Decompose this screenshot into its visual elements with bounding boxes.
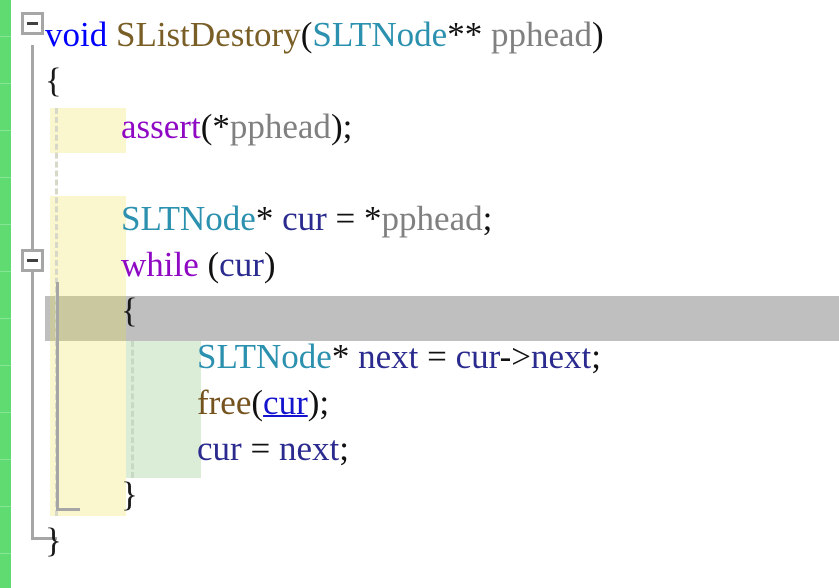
code-token: (: [200, 107, 213, 146]
code-line[interactable]: SLTNode* next = cur->next;: [197, 334, 601, 380]
code-token: next: [531, 337, 592, 376]
code-token: pphead: [381, 199, 483, 238]
code-line[interactable]: {: [45, 58, 62, 104]
code-token: =: [418, 337, 456, 376]
code-token: =: [241, 429, 279, 468]
code-token: next: [358, 337, 419, 376]
code-token: =: [326, 199, 365, 238]
code-token: cur: [455, 337, 500, 376]
code-token: ->: [499, 337, 531, 376]
code-token: }: [45, 521, 62, 560]
code-token: ): [592, 15, 604, 54]
code-token: while: [121, 245, 199, 284]
code-token: cur: [219, 245, 264, 284]
code-token: cur: [263, 383, 308, 422]
code-token: *: [331, 337, 350, 376]
code-token: (: [251, 383, 264, 422]
code-line[interactable]: SLTNode* cur = *pphead;: [121, 196, 492, 242]
code-editor-pane[interactable]: void SListDestory(SLTNode** pphead){asse…: [0, 0, 839, 588]
code-token: **: [447, 15, 483, 54]
code-token: cur: [282, 199, 327, 238]
code-token: ): [307, 383, 320, 422]
code-token: ;: [342, 107, 353, 146]
code-token: void: [45, 15, 108, 54]
code-token: SListDestory: [115, 15, 301, 54]
code-line[interactable]: while (cur): [121, 242, 276, 288]
code-token: ): [263, 245, 276, 284]
code-line[interactable]: {: [121, 288, 138, 334]
code-text-layer[interactable]: void SListDestory(SLTNode** pphead){asse…: [0, 0, 839, 588]
code-token: ;: [482, 199, 493, 238]
code-token: {: [45, 61, 62, 100]
code-token: assert: [121, 107, 201, 146]
code-token: cur: [197, 429, 242, 468]
code-token: {: [121, 291, 138, 330]
code-token: ;: [339, 429, 349, 468]
code-token: SLTNode: [121, 199, 256, 238]
code-token: SLTNode: [197, 337, 332, 376]
code-token: pphead: [490, 15, 593, 54]
code-token: }: [121, 475, 138, 514]
code-token: next: [278, 429, 340, 468]
code-token: ): [330, 107, 343, 146]
code-token: ;: [319, 383, 330, 422]
code-token: free: [197, 383, 252, 422]
code-token: *: [255, 199, 274, 238]
code-token: SLTNode: [312, 15, 448, 54]
code-token: (: [207, 245, 220, 284]
code-token: *: [212, 107, 230, 146]
code-line[interactable]: cur = next;: [197, 426, 349, 472]
code-token: pphead: [229, 107, 331, 146]
code-token: *: [364, 199, 382, 238]
code-line[interactable]: assert(*pphead);: [121, 104, 352, 150]
code-token: (: [300, 15, 313, 54]
code-line[interactable]: void SListDestory(SLTNode** pphead): [45, 12, 604, 58]
code-line[interactable]: free(cur);: [197, 380, 329, 426]
code-token: ;: [591, 337, 601, 376]
code-line[interactable]: }: [121, 472, 138, 518]
code-line[interactable]: }: [45, 518, 62, 564]
